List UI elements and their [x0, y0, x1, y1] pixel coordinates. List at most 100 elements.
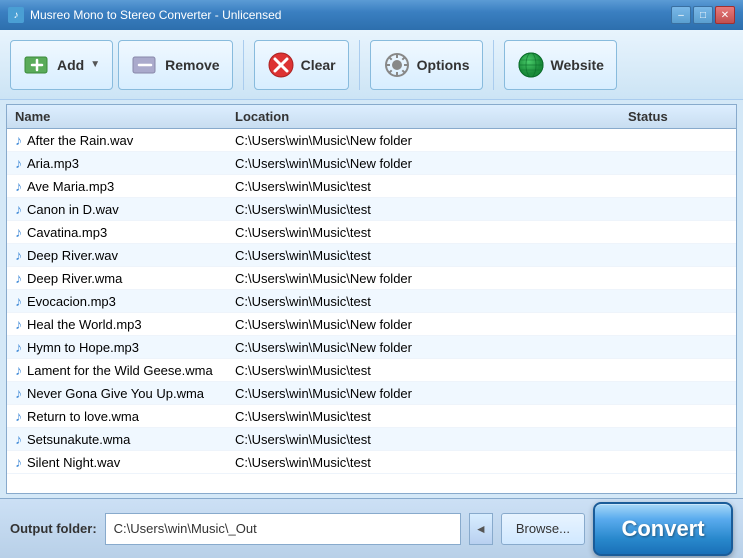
remove-label: Remove: [165, 57, 219, 73]
options-button[interactable]: Options: [370, 40, 483, 90]
options-label: Options: [417, 57, 470, 73]
title-buttons: – □ ✕: [671, 6, 735, 24]
file-name-text: Heal the World.mp3: [27, 317, 142, 332]
file-name-text: Deep River.wma: [27, 271, 122, 286]
file-location-cell: C:\Users\win\Music\New folder: [235, 271, 628, 286]
file-name-text: Aria.mp3: [27, 156, 79, 171]
file-music-icon: ♪: [15, 224, 22, 240]
file-name-text: Canon in D.wav: [27, 202, 119, 217]
file-music-icon: ♪: [15, 431, 22, 447]
file-name-text: Hymn to Hope.mp3: [27, 340, 139, 355]
maximize-button[interactable]: □: [693, 6, 713, 24]
file-location-cell: C:\Users\win\Music\test: [235, 432, 628, 447]
file-name-text: Lament for the Wild Geese.wma: [27, 363, 213, 378]
file-location-cell: C:\Users\win\Music\New folder: [235, 317, 628, 332]
file-music-icon: ♪: [15, 385, 22, 401]
options-icon: [383, 51, 411, 79]
table-row[interactable]: ♪ Ave Maria.mp3 C:\Users\win\Music\test: [7, 175, 736, 198]
clear-button[interactable]: Clear: [254, 40, 349, 90]
file-name-cell: ♪ Evocacion.mp3: [15, 293, 235, 309]
title-bar-left: ♪ Musreo Mono to Stereo Converter - Unli…: [8, 7, 281, 23]
file-location-cell: C:\Users\win\Music\test: [235, 294, 628, 309]
file-rows-container: ♪ After the Rain.wav C:\Users\win\Music\…: [7, 129, 736, 474]
file-name-cell: ♪ Deep River.wma: [15, 270, 235, 286]
toolbar: Add ▼ Remove Clear: [0, 30, 743, 100]
file-list-header: Name Location Status: [7, 105, 736, 129]
file-name-cell: ♪ Silent Night.wav: [15, 454, 235, 470]
col-status: Status: [628, 109, 728, 124]
table-row[interactable]: ♪ After the Rain.wav C:\Users\win\Music\…: [7, 129, 736, 152]
add-label: Add: [57, 57, 84, 73]
file-list-container[interactable]: Name Location Status ♪ After the Rain.wa…: [6, 104, 737, 494]
file-name-cell: ♪ Canon in D.wav: [15, 201, 235, 217]
table-row[interactable]: ♪ Heal the World.mp3 C:\Users\win\Music\…: [7, 313, 736, 336]
file-location-cell: C:\Users\win\Music\New folder: [235, 340, 628, 355]
file-name-cell: ♪ Hymn to Hope.mp3: [15, 339, 235, 355]
file-music-icon: ♪: [15, 293, 22, 309]
minimize-button[interactable]: –: [671, 6, 691, 24]
file-name-text: After the Rain.wav: [27, 133, 133, 148]
file-name-text: Ave Maria.mp3: [27, 179, 114, 194]
file-music-icon: ♪: [15, 270, 22, 286]
file-name-text: Cavatina.mp3: [27, 225, 107, 240]
file-name-text: Return to love.wma: [27, 409, 139, 424]
file-music-icon: ♪: [15, 247, 22, 263]
file-name-cell: ♪ Cavatina.mp3: [15, 224, 235, 240]
toolbar-separator-2: [359, 40, 360, 90]
close-button[interactable]: ✕: [715, 6, 735, 24]
bottom-bar: Output folder: ◄ Browse... Convert: [0, 498, 743, 558]
file-music-icon: ♪: [15, 316, 22, 332]
file-location-cell: C:\Users\win\Music\test: [235, 409, 628, 424]
folder-arrow-button[interactable]: ◄: [469, 513, 493, 545]
website-label: Website: [551, 57, 604, 73]
file-name-cell: ♪ Heal the World.mp3: [15, 316, 235, 332]
file-name-text: Evocacion.mp3: [27, 294, 116, 309]
file-music-icon: ♪: [15, 132, 22, 148]
file-location-cell: C:\Users\win\Music\New folder: [235, 386, 628, 401]
file-name-cell: ♪ After the Rain.wav: [15, 132, 235, 148]
table-row[interactable]: ♪ Setsunakute.wma C:\Users\win\Music\tes…: [7, 428, 736, 451]
output-folder-input[interactable]: [105, 513, 461, 545]
file-name-cell: ♪ Setsunakute.wma: [15, 431, 235, 447]
file-music-icon: ♪: [15, 454, 22, 470]
file-music-icon: ♪: [15, 155, 22, 171]
convert-button[interactable]: Convert: [593, 502, 733, 556]
file-location-cell: C:\Users\win\Music\test: [235, 225, 628, 240]
file-location-cell: C:\Users\win\Music\test: [235, 179, 628, 194]
file-music-icon: ♪: [15, 362, 22, 378]
table-row[interactable]: ♪ Lament for the Wild Geese.wma C:\Users…: [7, 359, 736, 382]
website-button[interactable]: Website: [504, 40, 617, 90]
table-row[interactable]: ♪ Cavatina.mp3 C:\Users\win\Music\test: [7, 221, 736, 244]
toolbar-separator-1: [243, 40, 244, 90]
file-name-text: Deep River.wav: [27, 248, 118, 263]
table-row[interactable]: ♪ Deep River.wav C:\Users\win\Music\test: [7, 244, 736, 267]
file-music-icon: ♪: [15, 178, 22, 194]
remove-button[interactable]: Remove: [118, 40, 232, 90]
title-bar: ♪ Musreo Mono to Stereo Converter - Unli…: [0, 0, 743, 30]
file-location-cell: C:\Users\win\Music\New folder: [235, 133, 628, 148]
table-row[interactable]: ♪ Canon in D.wav C:\Users\win\Music\test: [7, 198, 736, 221]
file-name-text: Never Gona Give You Up.wma: [27, 386, 204, 401]
table-row[interactable]: ♪ Silent Night.wav C:\Users\win\Music\te…: [7, 451, 736, 474]
add-dropdown-arrow[interactable]: ▼: [90, 59, 100, 70]
file-music-icon: ♪: [15, 339, 22, 355]
table-row[interactable]: ♪ Return to love.wma C:\Users\win\Music\…: [7, 405, 736, 428]
add-icon: [23, 51, 51, 79]
file-music-icon: ♪: [15, 408, 22, 424]
file-name-cell: ♪ Deep River.wav: [15, 247, 235, 263]
table-row[interactable]: ♪ Aria.mp3 C:\Users\win\Music\New folder: [7, 152, 736, 175]
add-button[interactable]: Add ▼: [10, 40, 113, 90]
table-row[interactable]: ♪ Deep River.wma C:\Users\win\Music\New …: [7, 267, 736, 290]
file-music-icon: ♪: [15, 201, 22, 217]
website-icon: [517, 51, 545, 79]
file-location-cell: C:\Users\win\Music\test: [235, 455, 628, 470]
table-row[interactable]: ♪ Hymn to Hope.mp3 C:\Users\win\Music\Ne…: [7, 336, 736, 359]
col-name: Name: [15, 109, 235, 124]
table-row[interactable]: ♪ Never Gona Give You Up.wma C:\Users\wi…: [7, 382, 736, 405]
file-location-cell: C:\Users\win\Music\test: [235, 202, 628, 217]
file-name-cell: ♪ Return to love.wma: [15, 408, 235, 424]
file-location-cell: C:\Users\win\Music\test: [235, 363, 628, 378]
file-location-cell: C:\Users\win\Music\New folder: [235, 156, 628, 171]
browse-button[interactable]: Browse...: [501, 513, 585, 545]
table-row[interactable]: ♪ Evocacion.mp3 C:\Users\win\Music\test: [7, 290, 736, 313]
